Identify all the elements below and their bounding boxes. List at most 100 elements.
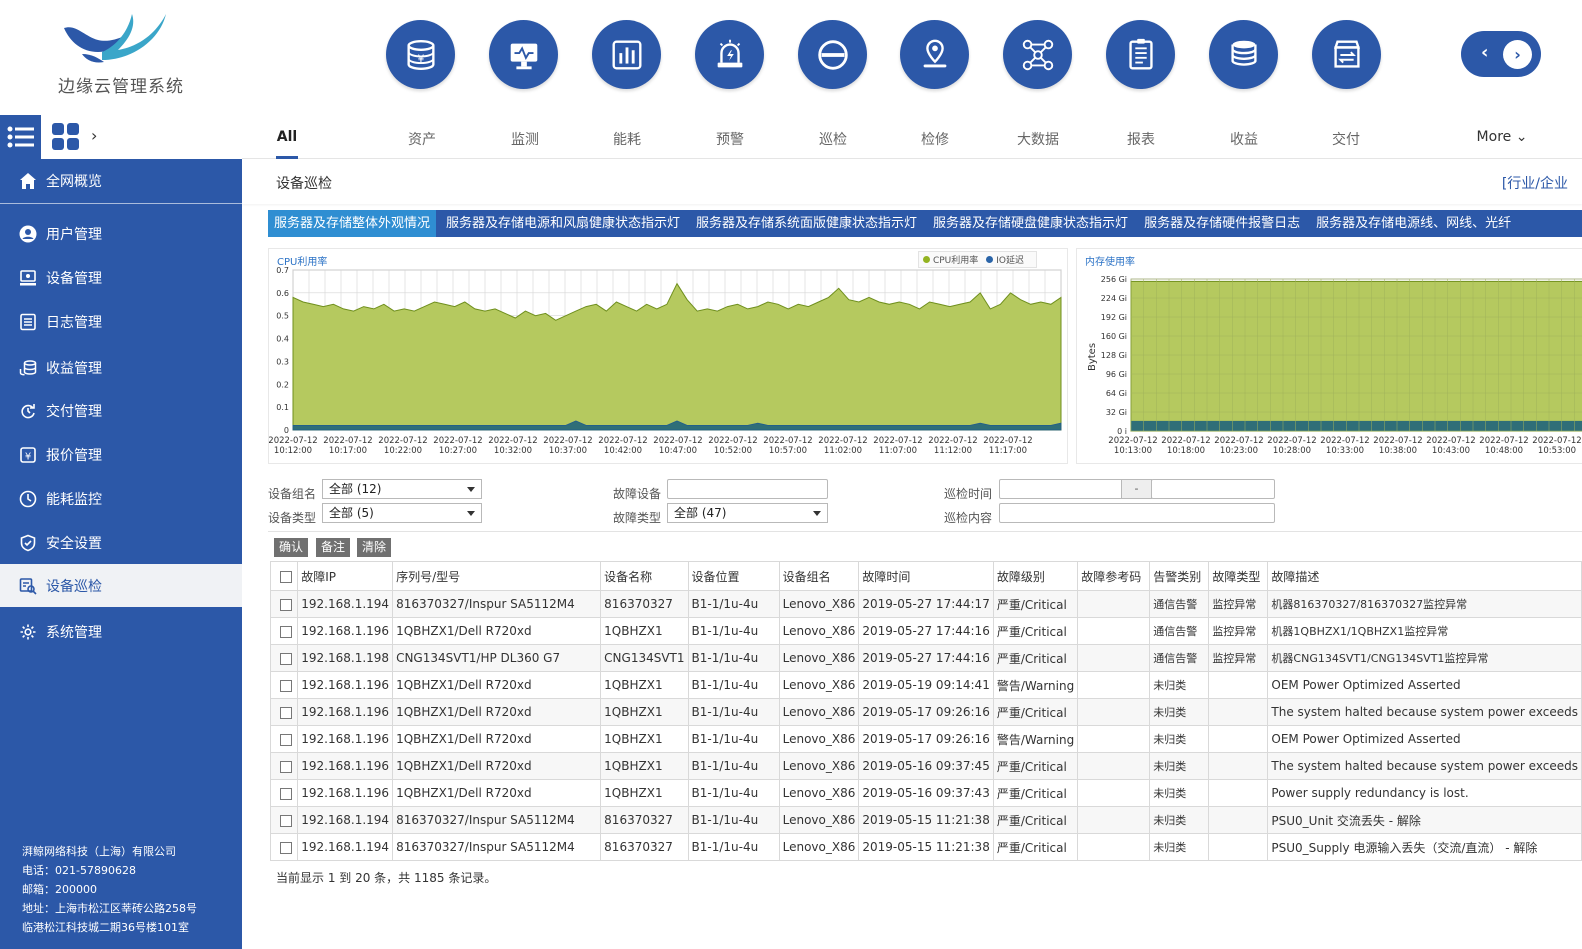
table-row[interactable]: 192.168.1.194 816370327/Inspur SA5112M4 81… <box>269 806 1582 834</box>
module-alarm-button[interactable] <box>695 20 764 89</box>
row-checkbox[interactable] <box>280 625 292 638</box>
tab-delivery[interactable]: 交付 <box>1332 129 1360 149</box>
tab-revenue[interactable]: 收益 <box>1230 129 1258 149</box>
table-row[interactable]: 192.168.1.196 1QBHZX1/Dell R720xd 1QBHZX1 B… <box>269 779 1582 807</box>
group-select[interactable]: 全部 (12) <box>322 479 482 499</box>
sidebar-item-energy[interactable]: 能耗监控 <box>0 477 242 520</box>
row-select-cell[interactable] <box>269 779 299 807</box>
type-select[interactable]: 全部 (5) <box>322 503 482 523</box>
subtab-cabling[interactable]: 服务器及存储电源线、网线、光纤 <box>1310 210 1517 237</box>
sidebar-item-overview[interactable]: 全网概览 <box>0 159 242 202</box>
column-header[interactable]: 故障IP <box>297 561 394 591</box>
row-select-cell[interactable] <box>269 833 299 861</box>
column-header[interactable]: 故障参考码 <box>1077 561 1151 591</box>
subtab-hardware-log[interactable]: 服务器及存储硬件报警日志 <box>1138 210 1306 237</box>
row-select-cell[interactable] <box>269 752 299 780</box>
row-checkbox[interactable] <box>280 814 292 827</box>
tab-monitor[interactable]: 监测 <box>511 129 539 149</box>
row-checkbox[interactable] <box>280 706 292 719</box>
row-checkbox[interactable] <box>280 679 292 692</box>
time-start-input[interactable] <box>999 479 1123 499</box>
tab-energy[interactable]: 能耗 <box>613 129 641 149</box>
row-select-cell[interactable] <box>269 644 299 672</box>
row-checkbox[interactable] <box>280 733 292 746</box>
sidebar-item-security[interactable]: 安全设置 <box>0 521 242 564</box>
chevron-left-icon[interactable]: ‹ <box>1481 42 1488 63</box>
table-row[interactable]: 192.168.1.194 816370327/Inspur SA5112M4 81… <box>269 833 1582 861</box>
table-row[interactable]: 192.168.1.194 816370327/Inspur SA5112M4 81… <box>269 590 1582 618</box>
chevron-right-icon[interactable]: › <box>1503 40 1532 69</box>
row-select-cell[interactable] <box>269 590 299 618</box>
tab-asset[interactable]: 资产 <box>408 129 436 149</box>
tab-inspection[interactable]: 巡检 <box>819 129 847 149</box>
row-checkbox[interactable] <box>280 652 292 665</box>
module-asset-button[interactable]: ¥ <box>386 20 455 89</box>
tab-more[interactable]: More ⌄ <box>1477 129 1528 145</box>
subtab-power-fan[interactable]: 服务器及存储电源和风扇健康状态指示灯 <box>440 210 686 237</box>
tab-all[interactable]: All <box>277 129 297 145</box>
legend-item-cpu[interactable]: CPU利用率 <box>922 253 978 266</box>
sidebar-item-revenue[interactable]: 收益管理 <box>0 346 242 389</box>
grid-view-button[interactable] <box>52 123 80 155</box>
table-row[interactable]: 192.168.1.196 1QBHZX1/Dell R720xd 1QBHZX1 B… <box>269 698 1582 726</box>
column-header[interactable]: 故障级别 <box>992 561 1079 591</box>
column-header[interactable]: 设备名称 <box>600 561 689 591</box>
sidebar-item-logs[interactable]: 日志管理 <box>0 300 242 343</box>
module-repair-button[interactable] <box>900 20 969 89</box>
row-checkbox[interactable] <box>280 598 292 611</box>
row-select-cell[interactable] <box>269 806 299 834</box>
sidebar-item-system[interactable]: 系统管理 <box>0 610 242 653</box>
table-row[interactable]: 192.168.1.196 1QBHZX1/Dell R720xd 1QBHZX1 B… <box>269 725 1582 753</box>
tab-repair[interactable]: 检修 <box>921 129 949 149</box>
column-header[interactable]: 序列号/型号 <box>392 561 602 591</box>
module-report-button[interactable] <box>1106 20 1175 89</box>
column-header[interactable]: 故障时间 <box>858 561 994 591</box>
column-header[interactable]: 告警类别 <box>1149 561 1210 591</box>
row-select-cell[interactable] <box>269 671 299 699</box>
chevron-right-icon[interactable]: › <box>91 126 97 145</box>
tab-bigdata[interactable]: 大数据 <box>1017 129 1059 149</box>
row-checkbox[interactable] <box>280 760 292 773</box>
scope-breadcrumb[interactable]: [行业/企业 <box>1502 173 1568 193</box>
note-button[interactable]: 备注 <box>316 538 351 557</box>
module-scroll-toggle[interactable]: ‹ › <box>1461 31 1541 77</box>
fault-type-select[interactable]: 全部 (47) <box>667 503 828 523</box>
module-monitor-button[interactable] <box>489 20 558 89</box>
table-row[interactable]: 192.168.1.196 1QBHZX1/Dell R720xd 1QBHZX1 B… <box>269 617 1582 645</box>
table-row[interactable]: 192.168.1.196 1QBHZX1/Dell R720xd 1QBHZX1 B… <box>269 752 1582 780</box>
row-checkbox[interactable] <box>280 787 292 800</box>
select-all-cell[interactable] <box>269 561 299 591</box>
module-revenue-button[interactable] <box>1209 20 1278 89</box>
confirm-button[interactable]: 确认 <box>274 538 309 557</box>
time-end-input[interactable] <box>1151 479 1275 499</box>
row-select-cell[interactable] <box>269 617 299 645</box>
module-bigdata-button[interactable] <box>1003 20 1072 89</box>
list-view-button[interactable] <box>0 115 41 159</box>
sidebar-item-delivery[interactable]: 交付管理 <box>0 389 242 432</box>
sidebar-item-quote[interactable]: ¥ 报价管理 <box>0 433 242 476</box>
column-header[interactable]: 设备组名 <box>778 561 860 591</box>
row-select-cell[interactable] <box>269 698 299 726</box>
module-energy-button[interactable] <box>592 20 661 89</box>
clear-button[interactable]: 清除 <box>357 538 392 557</box>
tab-report[interactable]: 报表 <box>1127 129 1155 149</box>
select-all-checkbox[interactable] <box>280 570 292 583</box>
sidebar-item-devices[interactable]: 设备管理 <box>0 256 242 299</box>
row-select-cell[interactable] <box>269 725 299 753</box>
legend-item-io[interactable]: IO延迟 <box>986 253 1024 266</box>
module-inspection-button[interactable] <box>798 20 867 89</box>
content-input[interactable] <box>999 503 1275 523</box>
column-header[interactable]: 设备位置 <box>687 561 780 591</box>
table-row[interactable]: 192.168.1.196 1QBHZX1/Dell R720xd 1QBHZX1 B… <box>269 671 1582 699</box>
subtab-disk-status[interactable]: 服务器及存储硬盘健康状态指示灯 <box>927 210 1134 237</box>
column-header[interactable]: 故障类型 <box>1208 561 1269 591</box>
subtab-appearance[interactable]: 服务器及存储整体外观情况 <box>268 210 437 237</box>
subtab-panel-status[interactable]: 服务器及存储系统面版健康状态指示灯 <box>690 210 923 237</box>
column-header[interactable]: 故障描述 <box>1267 561 1582 591</box>
sidebar-item-inspection[interactable]: 设备巡检 <box>0 564 242 607</box>
table-row[interactable]: 192.168.1.198 CNG134SVT1/HP DL360 G7 CNG13… <box>269 644 1582 672</box>
sidebar-item-users[interactable]: 用户管理 <box>0 212 242 255</box>
tab-alarm[interactable]: 预警 <box>716 129 744 149</box>
row-checkbox[interactable] <box>280 841 292 854</box>
fault-device-input[interactable] <box>667 479 828 499</box>
